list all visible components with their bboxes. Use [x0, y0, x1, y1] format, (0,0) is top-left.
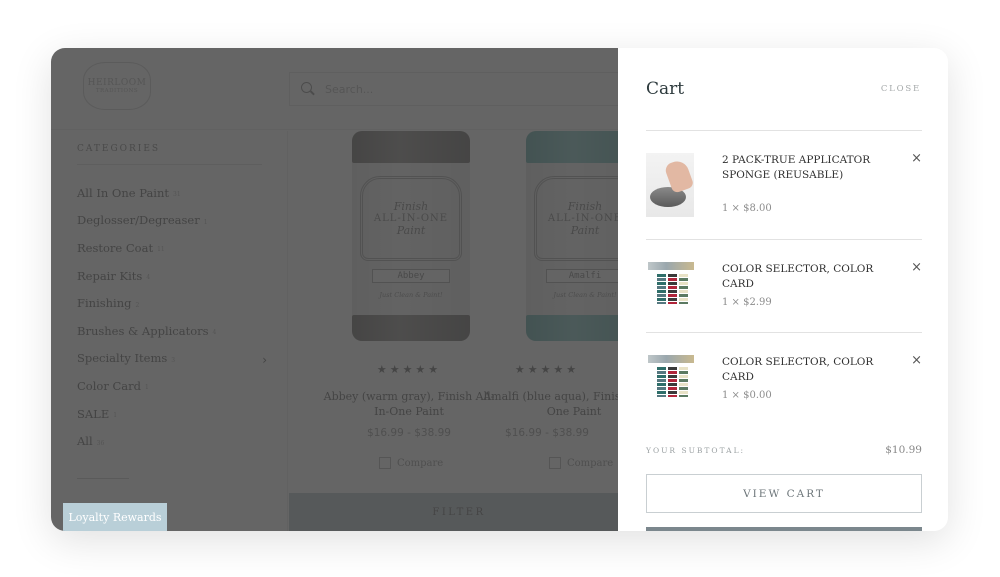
close-button[interactable]: CLOSE [881, 84, 921, 94]
remove-item-icon[interactable]: × [911, 353, 922, 368]
cart-drawer: Cart CLOSE 2 PACK-TRUE APPLICATOR SPONGE… [618, 48, 948, 531]
card-header-graphic [648, 262, 694, 270]
cart-title: Cart [646, 79, 685, 99]
cart-item-name[interactable]: COLOR SELECTOR, COLOR CARD [722, 355, 882, 385]
cart-item-name[interactable]: 2 PACK-TRUE APPLICATOR SPONGE (REUSABLE) [722, 153, 882, 183]
swatch-column [657, 367, 666, 397]
loyalty-rewards-button[interactable]: Loyalty Rewards [63, 503, 167, 531]
browser-viewport: HEIRLOOM TRADITIONS CATEGORIES All In On… [51, 48, 948, 531]
color-card-image[interactable] [646, 355, 694, 419]
color-card-image[interactable] [646, 262, 694, 326]
modal-backdrop[interactable] [51, 48, 618, 531]
divider [646, 332, 922, 333]
sponge-image[interactable] [646, 153, 694, 217]
swatch-column [668, 274, 677, 304]
swatch-column [679, 274, 688, 304]
checkout-button[interactable] [646, 527, 922, 531]
remove-item-icon[interactable]: × [911, 260, 922, 275]
cart-item-quantity-price: 1 × $0.00 [722, 390, 772, 401]
swatch-column [668, 367, 677, 397]
subtotal-label: YOUR SUBTOTAL: [646, 446, 746, 455]
swatch-column [679, 367, 688, 397]
swatch-column [657, 274, 666, 304]
cart-item-quantity-price: 1 × $8.00 [722, 203, 772, 214]
card-header-graphic [648, 355, 694, 363]
subtotal-value: $10.99 [885, 444, 922, 456]
cart-item-name[interactable]: COLOR SELECTOR, COLOR CARD [722, 262, 882, 292]
remove-item-icon[interactable]: × [911, 151, 922, 166]
view-cart-button[interactable]: VIEW CART [646, 474, 922, 513]
cart-item-quantity-price: 1 × $2.99 [722, 297, 772, 308]
divider [646, 239, 922, 240]
divider [646, 130, 922, 131]
